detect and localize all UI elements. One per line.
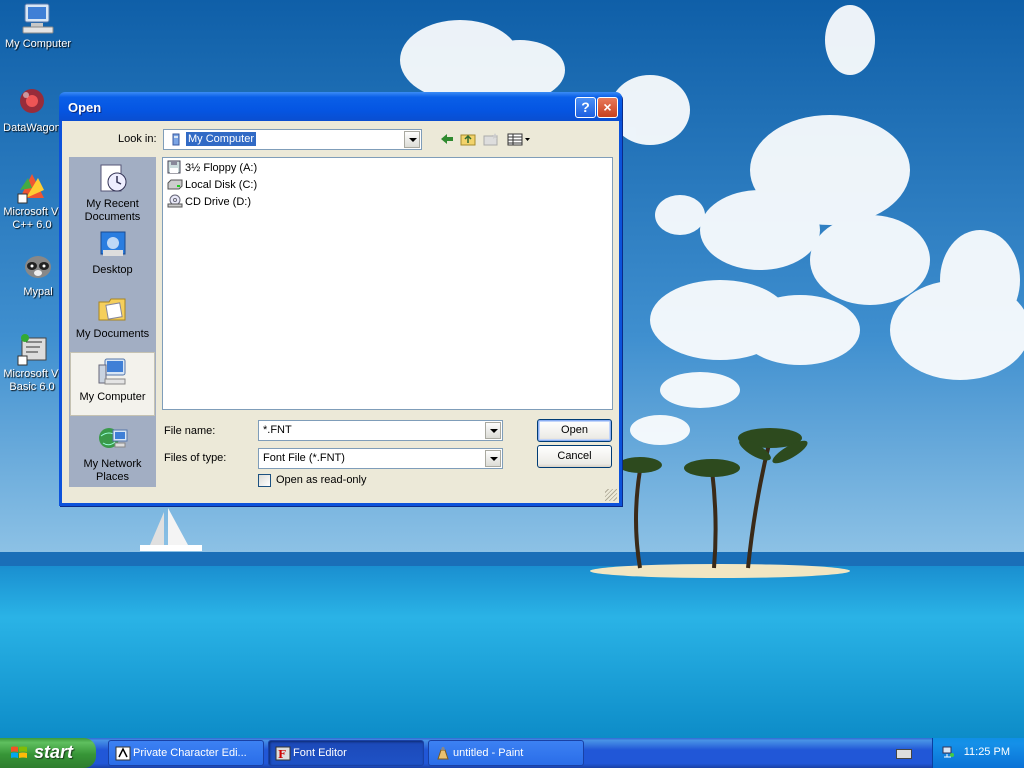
clock[interactable]: 11:25 PM <box>964 746 1010 758</box>
help-button[interactable]: ? <box>575 97 596 118</box>
visual-studio-icon <box>14 170 50 204</box>
read-only-checkbox[interactable] <box>258 474 271 487</box>
chevron-down-icon[interactable] <box>485 422 501 439</box>
look-in-value: My Computer <box>186 132 257 146</box>
place-desktop[interactable]: Desktop <box>70 226 155 278</box>
place-network-places[interactable]: My Network Places <box>70 420 155 483</box>
task-private-character-editor[interactable]: Private Character Edi... <box>108 740 264 766</box>
paint-icon <box>435 746 451 761</box>
system-tray: 11:25 PM <box>932 738 1024 768</box>
raccoon-browser-icon <box>20 250 56 284</box>
place-my-computer[interactable]: My Computer <box>70 352 155 416</box>
computer-icon <box>20 2 56 36</box>
task-font-editor[interactable]: F Font Editor <box>268 740 424 766</box>
list-item-floppy[interactable]: 3½ Floppy (A:) <box>167 160 257 176</box>
cancel-button[interactable]: Cancel <box>537 445 612 468</box>
resize-grip[interactable] <box>605 489 617 501</box>
task-paint[interactable]: untitled - Paint <box>428 740 584 766</box>
read-only-label[interactable]: Open as read-only <box>276 474 367 486</box>
files-of-type-combo[interactable]: Font File (*.FNT) <box>258 448 503 469</box>
computer-icon <box>169 133 183 150</box>
start-label: start <box>34 742 74 762</box>
chevron-down-icon[interactable] <box>485 450 501 467</box>
network-globe-icon <box>95 422 131 456</box>
file-list[interactable]: 3½ Floppy (A:) Local Disk (C:) CD Drive … <box>162 157 613 410</box>
character-editor-icon <box>115 746 131 761</box>
view-menu-icon[interactable] <box>506 131 532 147</box>
open-button[interactable]: Open <box>537 419 612 442</box>
open-dialog: Open ? × Look in: My Computer My Recent … <box>59 92 622 506</box>
desktop-icon <box>95 228 131 262</box>
close-button[interactable]: × <box>597 97 618 118</box>
datawagon-icon <box>14 86 50 120</box>
new-folder-icon[interactable] <box>482 131 500 147</box>
look-in-label: Look in: <box>118 133 157 145</box>
windows-flag-icon <box>10 745 28 761</box>
visual-basic-icon <box>14 332 50 366</box>
place-label: My Documents <box>75 328 150 340</box>
keyboard-layout-icon[interactable] <box>896 749 912 759</box>
network-tray-icon[interactable] <box>941 745 955 759</box>
file-name-combo[interactable]: *.FNT <box>258 420 503 441</box>
file-name-value: *.FNT <box>263 424 292 436</box>
desktop-icon-label: My Computer <box>4 38 72 50</box>
taskbar: start Private Character Edi... F Font Ed… <box>0 738 1024 768</box>
hard-disk-icon <box>167 177 183 191</box>
place-label: My Network Places <box>83 458 142 483</box>
list-item-cd-drive[interactable]: CD Drive (D:) <box>167 194 251 210</box>
file-name: CD Drive (D:) <box>185 196 251 208</box>
files-of-type-value: Font File (*.FNT) <box>263 452 345 464</box>
places-bar: My Recent Documents Desktop My Documents… <box>69 157 156 487</box>
place-label: Desktop <box>92 264 133 276</box>
place-recent-documents[interactable]: My Recent Documents <box>70 160 155 223</box>
up-folder-icon[interactable] <box>459 131 477 147</box>
floppy-drive-icon <box>167 160 183 174</box>
dialog-client: Look in: My Computer My Recent Documents… <box>62 121 619 503</box>
task-label: untitled - Paint <box>453 747 524 759</box>
dialog-title: Open <box>68 100 102 115</box>
dialog-titlebar[interactable]: Open ? × <box>59 92 622 121</box>
list-item-local-disk[interactable]: Local Disk (C:) <box>167 177 257 193</box>
svg-text:F: F <box>278 748 286 761</box>
back-arrow-icon[interactable] <box>438 131 456 147</box>
place-label: My Recent Documents <box>84 198 141 223</box>
desktop-icon-my-computer[interactable]: My Computer <box>0 2 76 51</box>
file-name-label: File name: <box>164 425 216 437</box>
task-label: Font Editor <box>293 747 347 759</box>
place-label: My Computer <box>79 391 146 403</box>
cd-drive-icon <box>167 194 183 208</box>
recent-documents-icon <box>95 162 131 196</box>
file-name: 3½ Floppy (A:) <box>185 162 258 174</box>
task-label: Private Character Edi... <box>133 747 247 759</box>
folder-icon <box>95 292 131 326</box>
computer-icon <box>95 355 131 389</box>
chevron-down-icon[interactable] <box>404 131 420 148</box>
files-of-type-label: Files of type: <box>164 452 227 464</box>
look-in-combo[interactable]: My Computer <box>163 129 422 150</box>
file-name: Local Disk (C:) <box>185 179 258 191</box>
place-my-documents[interactable]: My Documents <box>70 290 155 344</box>
font-editor-icon: F <box>275 746 291 761</box>
start-button[interactable]: start <box>0 738 96 768</box>
